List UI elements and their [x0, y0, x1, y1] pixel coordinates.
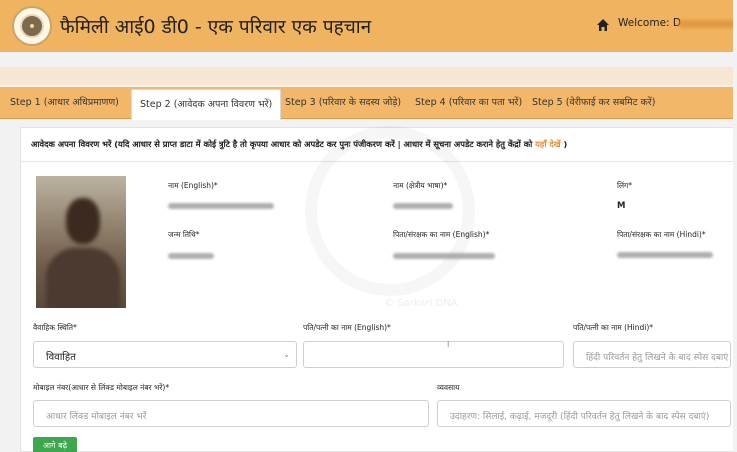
panel-title-text: आवेदक अपना विवरण भरें (यदि आधार से प्राप… [31, 139, 536, 149]
tab-step-1[interactable]: Step 1 (आधार अधिप्रमाणण) [2, 87, 127, 119]
occupation-label: व्यवसाय [437, 383, 460, 392]
emblem-logo [12, 6, 52, 46]
spouse-hindi-label: पति/पत्नी का नाम (Hindi)* [573, 323, 654, 332]
redacted-username [678, 20, 737, 28]
spouse-english-input[interactable] [303, 341, 564, 368]
spouse-english-label: पति/पत्नी का नाम (English)* [303, 323, 391, 332]
guardian-hindi-value [617, 252, 713, 258]
header-band [0, 67, 737, 85]
gender-value: M [617, 201, 626, 211]
occupation-input[interactable]: उदाहरण: सिलाई, कढ़ाई, मजदूरी (हिंदी परिव… [437, 400, 731, 427]
app-title: फैमिली आई0 डी0 - एक परिवार एक पहचान [60, 16, 372, 38]
watermark-circle [305, 126, 475, 296]
chevron-down-icon: ⌄ [283, 350, 290, 359]
centres-link[interactable]: यहाँ देखें [535, 139, 560, 149]
home-icon[interactable] [596, 18, 610, 32]
spouse-hindi-placeholder: हिंदी परिवर्तन हेतु लिखने के बाद स्पेस द… [586, 353, 729, 363]
mobile-input[interactable]: आधार लिंक्ड मोबाइल नंबर भरें [33, 400, 429, 427]
tab-step-5[interactable]: Step 5 (वेरीफाई कर सबमिट करें) [524, 87, 663, 119]
name-regional-label: नाम (क्षेत्रीय भाषा)* [393, 181, 448, 190]
applicant-photo [36, 176, 126, 308]
right-edge [733, 0, 737, 452]
guardian-english-label: पिता/संरक्षक का नाम (English)* [393, 230, 490, 239]
dob-value [168, 253, 214, 259]
marital-status-value: विवाहित [46, 352, 76, 363]
name-english-value [168, 203, 274, 209]
mobile-label: मोबाइल नंबर(आधार से लिंक्ड मोबाइल नंबर भ… [33, 383, 170, 392]
next-button[interactable]: आगे बढ़े [33, 437, 77, 452]
mobile-placeholder: आधार लिंक्ड मोबाइल नंबर भरें [46, 412, 147, 422]
step-tabs: Step 1 (आधार अधिप्रमाणण) Step 2 (आवेदक अ… [0, 87, 737, 120]
marital-status-select[interactable]: विवाहित ⌄ [33, 341, 297, 368]
marital-status-label: वैवाहिक स्थिति* [33, 323, 77, 332]
app-header: फैमिली आई0 डी0 - एक परिवार एक पहचान Welc… [0, 0, 737, 52]
panel-title-end: ) [560, 139, 568, 149]
occupation-placeholder: उदाहरण: सिलाई, कढ़ाई, मजदूरी (हिंदी परिव… [450, 412, 710, 422]
panel-title: आवेदक अपना विवरण भरें (यदि आधार से प्राप… [31, 139, 567, 150]
tab-step-2[interactable]: Step 2 (आवेदक अपना विवरण भरें) [131, 89, 282, 120]
welcome-text: Welcome: D [618, 17, 681, 29]
guardian-hindi-label: पिता/संरक्षक का नाम (Hindi)* [617, 230, 706, 239]
watermark-text: © Sarkari DNA [384, 298, 458, 309]
name-regional-value [393, 203, 453, 209]
text-cursor-icon: I [447, 340, 450, 349]
tab-step-3[interactable]: Step 3 (परिवार के सदस्य जोड़े) [277, 87, 409, 119]
guardian-english-value [393, 253, 495, 259]
gender-label: लिंग* [617, 181, 632, 190]
dob-label: जन्म तिथि* [168, 230, 200, 239]
spouse-hindi-input[interactable]: हिंदी परिवर्तन हेतु लिखने के बाद स्पेस द… [573, 341, 731, 368]
name-english-label: नाम (English)* [168, 181, 218, 190]
tab-step-4[interactable]: Step 4 (परिवार का पता भरें) [407, 87, 530, 119]
